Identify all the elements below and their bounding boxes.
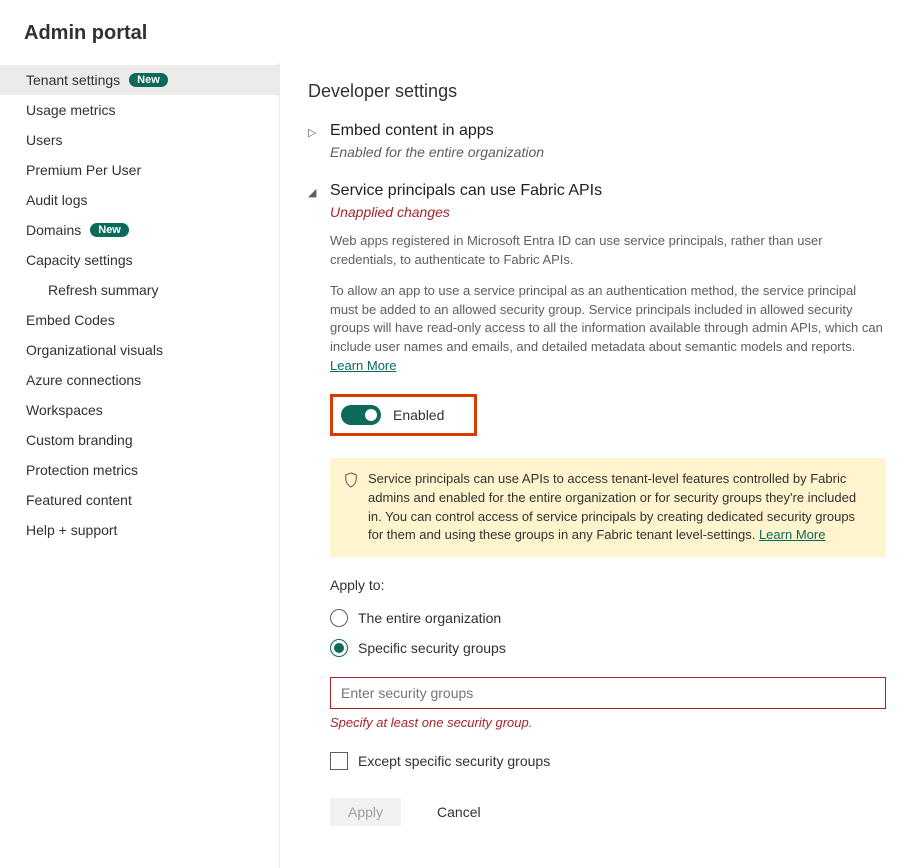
sidebar-item-label: Capacity settings [26,252,133,268]
sidebar-item-tenant-settings[interactable]: Tenant settings New [0,65,279,95]
enabled-toggle[interactable] [341,405,381,425]
radio-label: Specific security groups [358,640,506,656]
checkbox-icon [330,752,348,770]
setting-embed-content: ▷ Embed content in apps Enabled for the … [308,122,886,160]
radio-label: The entire organization [358,610,501,626]
sidebar-item-custom-branding[interactable]: Custom branding [0,425,279,455]
sidebar-item-premium-per-user[interactable]: Premium Per User [0,155,279,185]
sidebar-item-help-support[interactable]: Help + support [0,515,279,545]
sidebar-item-label: Protection metrics [26,462,138,478]
apply-to-label: Apply to: [330,577,886,593]
security-groups-input[interactable] [330,677,886,709]
toggle-label: Enabled [393,407,444,423]
sidebar-item-label: Featured content [26,492,132,508]
sidebar-item-protection-metrics[interactable]: Protection metrics [0,455,279,485]
learn-more-link[interactable]: Learn More [759,527,825,542]
shield-icon [344,472,358,488]
except-specific-groups-checkbox-row[interactable]: Except specific security groups [330,752,886,770]
setting-subtitle-unapplied: Unapplied changes [330,204,886,220]
radio-icon [330,609,348,627]
sidebar-item-organizational-visuals[interactable]: Organizational visuals [0,335,279,365]
sidebar-item-capacity-settings[interactable]: Capacity settings [0,245,279,275]
sidebar-item-users[interactable]: Users [0,125,279,155]
sidebar-item-audit-logs[interactable]: Audit logs [0,185,279,215]
radio-specific-security-groups[interactable]: Specific security groups [330,633,886,663]
setting-service-principals: ◢ Service principals can use Fabric APIs… [308,182,886,826]
sidebar-item-label: Azure connections [26,372,141,388]
sidebar-item-label: Embed Codes [26,312,115,328]
radio-icon [330,639,348,657]
expand-collapsed-icon: ▷ [308,122,322,142]
apply-button[interactable]: Apply [330,798,401,826]
cancel-button[interactable]: Cancel [419,798,499,826]
sidebar-item-label: Tenant settings [26,72,120,88]
content-area: Developer settings ▷ Embed content in ap… [280,63,906,868]
sidebar-item-domains[interactable]: Domains New [0,215,279,245]
sidebar-item-label: Users [26,132,63,148]
sidebar-item-refresh-summary[interactable]: Refresh summary [0,275,279,305]
sidebar-item-label: Refresh summary [48,282,158,298]
section-title: Developer settings [308,81,886,102]
error-text: Specify at least one security group. [330,715,886,730]
badge-new: New [129,73,168,87]
sidebar-item-usage-metrics[interactable]: Usage metrics [0,95,279,125]
setting-subtitle: Enabled for the entire organization [330,144,886,160]
sidebar-item-featured-content[interactable]: Featured content [0,485,279,515]
setting-header[interactable]: ◢ Service principals can use Fabric APIs [308,182,886,202]
setting-title: Service principals can use Fabric APIs [330,182,602,200]
sidebar-item-label: Premium Per User [26,162,141,178]
description-text: Web apps registered in Microsoft Entra I… [330,232,886,270]
sidebar-item-azure-connections[interactable]: Azure connections [0,365,279,395]
learn-more-link[interactable]: Learn More [330,358,396,373]
sidebar: Tenant settings New Usage metrics Users … [0,63,280,868]
sidebar-item-workspaces[interactable]: Workspaces [0,395,279,425]
sidebar-item-label: Help + support [26,522,117,538]
description-text: To allow an app to use a service princip… [330,282,886,376]
sidebar-item-embed-codes[interactable]: Embed Codes [0,305,279,335]
sidebar-item-label: Domains [26,222,81,238]
sidebar-item-label: Usage metrics [26,102,115,118]
checkbox-label: Except specific security groups [358,753,550,769]
expand-expanded-icon: ◢ [308,182,322,202]
sidebar-item-label: Organizational visuals [26,342,163,358]
page-title: Admin portal [0,0,906,63]
sidebar-item-label: Workspaces [26,402,103,418]
info-box: Service principals can use APIs to acces… [330,458,886,557]
sidebar-item-label: Custom branding [26,432,133,448]
radio-entire-organization[interactable]: The entire organization [330,603,886,633]
sidebar-item-label: Audit logs [26,192,87,208]
enabled-toggle-highlight: Enabled [330,394,477,436]
badge-new: New [90,223,129,237]
setting-title: Embed content in apps [330,122,494,140]
setting-header[interactable]: ▷ Embed content in apps [308,122,886,142]
